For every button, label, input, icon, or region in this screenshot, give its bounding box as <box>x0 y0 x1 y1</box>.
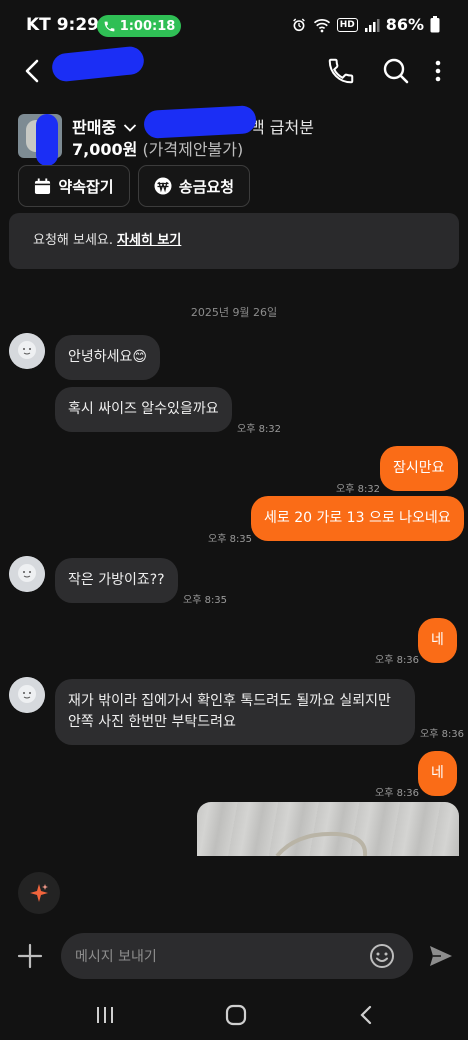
product-info-bar[interactable]: 판매중 백 급처분 7,000원 (가격제안불가) 약속잡기 송금요청 <box>0 105 468 213</box>
message-line: 재가 밖이라 집에가서 확인후 톡드려도 될까요 실뢰지만 <box>68 693 391 709</box>
price-note: (가격제안불가) <box>142 140 244 159</box>
recent-apps-icon <box>97 1007 113 1023</box>
back-button[interactable] <box>18 56 46 86</box>
transfer-request-button[interactable]: 송금요청 <box>138 165 250 207</box>
emoji-icon <box>370 944 394 968</box>
message-bubble[interactable]: 잠시만요 <box>380 446 458 491</box>
avatar[interactable] <box>9 556 45 592</box>
avatar[interactable] <box>9 677 45 713</box>
notice-text: 요청해 보세요. 자세히 보기 <box>33 233 182 248</box>
message-bubble[interactable]: 네 <box>418 751 457 796</box>
message-time: 오후 8:35 <box>208 534 253 545</box>
call-timer: 1:00:18 <box>119 18 176 34</box>
message-time: 오후 8:32 <box>336 484 381 495</box>
won-icon <box>154 177 172 195</box>
call-timer-pill[interactable]: 1:00:18 <box>97 15 181 37</box>
alarm-icon <box>291 17 307 33</box>
transfer-request-label: 송금요청 <box>178 177 235 196</box>
phone-icon <box>104 21 115 31</box>
safety-notice: 요청해 보세요. 자세히 보기 <box>9 213 459 269</box>
back-icon <box>25 59 39 83</box>
ai-assist-button[interactable] <box>18 872 60 914</box>
search-icon <box>383 58 409 84</box>
system-nav-bar <box>0 990 468 1040</box>
message-input[interactable]: 메시지 보내기 <box>61 933 413 979</box>
sparkle-icon <box>30 884 48 902</box>
send-icon <box>430 946 452 966</box>
message-bubble[interactable]: 세로 20 가로 13 으로 나오네요 <box>251 496 464 541</box>
price-value: 7,000원 <box>72 140 138 159</box>
calendar-icon <box>35 177 51 194</box>
avatar[interactable] <box>9 333 45 369</box>
product-title: 백 급처분 <box>250 118 314 137</box>
appointment-button[interactable]: 약속잡기 <box>18 165 130 207</box>
carrier-time: KT 9:29 <box>26 15 99 35</box>
nav-back-button[interactable] <box>352 1000 382 1030</box>
plus-icon <box>17 943 43 969</box>
appointment-label: 약속잡기 <box>58 177 114 196</box>
send-button[interactable] <box>427 942 455 970</box>
message-time: 오후 8:36 <box>375 655 420 666</box>
wifi-icon <box>313 17 331 33</box>
more-button[interactable] <box>428 56 448 86</box>
notice-more-link[interactable]: 자세히 보기 <box>117 233 181 248</box>
more-icon <box>435 60 441 82</box>
redaction-mark <box>143 105 257 139</box>
redaction-mark <box>50 45 146 83</box>
recent-apps-button[interactable] <box>90 1000 120 1030</box>
message-bubble[interactable]: 재가 밖이라 집에가서 확인후 톡드려도 될까요 실뢰지만 안쪽 사진 한번만 … <box>55 679 415 745</box>
message-bubble[interactable]: 혹시 싸이즈 알수있을까요 <box>55 387 232 432</box>
message-bubble[interactable]: 안녕하세요😊 <box>55 335 160 380</box>
nav-back-icon <box>360 1005 372 1025</box>
message-placeholder: 메시지 보내기 <box>75 949 157 965</box>
message-bubble[interactable]: 네 <box>418 618 457 663</box>
home-button[interactable] <box>221 1000 251 1030</box>
emoji-button[interactable] <box>369 943 395 969</box>
message-line: 안쪽 사진 한번만 부탁드려요 <box>68 714 236 730</box>
message-time: 오후 8:32 <box>237 424 282 435</box>
hd-badge: HD <box>336 17 358 32</box>
attach-button[interactable] <box>16 942 44 970</box>
message-time: 오후 8:36 <box>420 729 465 740</box>
search-button[interactable] <box>381 56 411 86</box>
message-bubble[interactable]: 작은 가방이죠?? <box>55 558 178 603</box>
battery-icon <box>430 16 440 33</box>
chat-header <box>0 44 468 100</box>
phone-icon <box>328 58 354 84</box>
message-time: 오후 8:35 <box>183 595 228 606</box>
product-price: 7,000원 (가격제안불가) <box>72 136 243 160</box>
battery-percent: 86% <box>385 15 424 34</box>
home-icon <box>225 1004 247 1026</box>
sale-status[interactable]: 판매중 <box>72 118 116 137</box>
chevron-down-icon[interactable] <box>123 123 137 133</box>
call-button[interactable] <box>326 56 356 86</box>
date-divider: 2025년 9월 26일 <box>190 306 278 319</box>
signal-icon <box>364 18 380 32</box>
photo-message[interactable] <box>197 802 459 856</box>
redaction-mark <box>36 114 58 166</box>
message-time: 오후 8:36 <box>375 788 420 799</box>
